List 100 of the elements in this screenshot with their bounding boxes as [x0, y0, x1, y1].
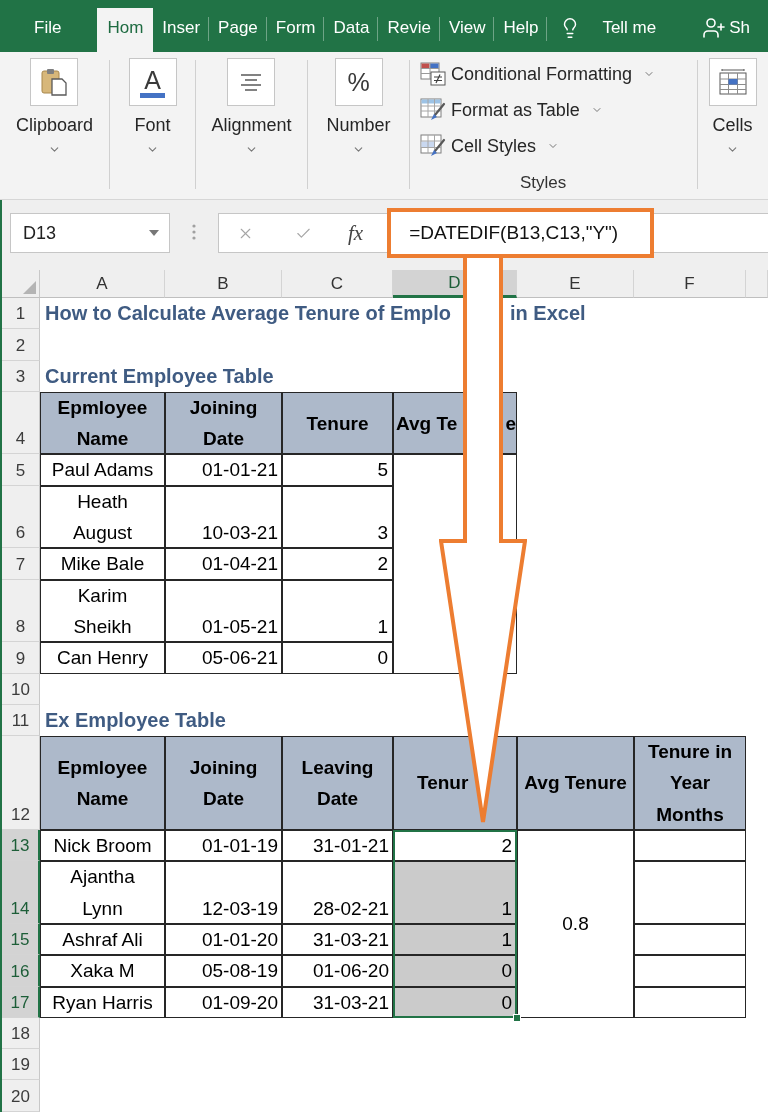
row-header[interactable]: 6 — [2, 485, 40, 549]
table-grid-icon — [708, 58, 757, 106]
tenure-cell: 3 — [282, 485, 393, 549]
tenure-cell: 1 — [393, 923, 517, 956]
ribbon-tab[interactable]: Inser — [153, 8, 210, 52]
row-header[interactable]: 11 — [2, 704, 40, 737]
tenure-cell: 0 — [393, 955, 517, 987]
name-box[interactable]: D13 — [10, 213, 170, 253]
insert-function-button[interactable]: fx — [348, 220, 364, 246]
title-text: How to Calculate Average Tenure of Emplo — [45, 301, 451, 326]
row-header[interactable]: 13 — [2, 830, 40, 862]
table-caption: Ex Employee Table — [45, 707, 226, 733]
header-text: Avg Te — [396, 411, 458, 436]
row-header[interactable]: 18 — [2, 1017, 40, 1050]
row-header[interactable]: 19 — [2, 1049, 40, 1081]
date-cell: 31-03-21 — [282, 923, 393, 956]
ribbon-tab[interactable]: Revie — [378, 8, 440, 52]
date-cell: 12-03-19 — [165, 861, 282, 924]
row-header[interactable]: 17 — [2, 986, 40, 1018]
share-button[interactable]: Sh — [702, 8, 751, 52]
ribbon-menu-button[interactable]: Format as Table — [420, 92, 603, 128]
fill-handle[interactable] — [513, 1013, 521, 1022]
header-cell: Joining Date — [165, 391, 282, 455]
name-cell: Ajantha Lynn — [40, 861, 165, 924]
cell-brush-icon — [420, 134, 446, 158]
ribbon-button[interactable]: Clipboard — [15, 58, 93, 156]
ribbon-menu-button[interactable]: Cell Styles — [420, 128, 560, 164]
tell-me-button[interactable]: Tell me — [559, 8, 657, 52]
header-cell: Leaving Date — [282, 736, 393, 831]
date-cell: 31-01-21 — [282, 830, 393, 862]
title-text: in Excel — [510, 301, 586, 326]
row-header[interactable]: 8 — [2, 579, 40, 643]
column-header[interactable] — [746, 270, 768, 298]
header-cell: Epmloyee Name — [40, 391, 165, 455]
name-cell: Nick Broom — [40, 830, 165, 862]
tenure-cell: 1 — [393, 861, 517, 924]
align-center-icon — [227, 58, 276, 106]
header-cell: Tenure in Year Months — [634, 736, 746, 831]
average-cell: 0.8 — [517, 830, 634, 1018]
group-label: Styles — [520, 172, 567, 194]
name-cell: Can Henry — [40, 642, 165, 674]
ribbon-tab[interactable]: Page — [209, 8, 267, 52]
corner-triangle-icon — [23, 281, 36, 294]
row-header[interactable]: 2 — [2, 329, 40, 361]
ribbon-tab[interactable]: View — [439, 8, 495, 52]
select-all-button[interactable] — [2, 270, 40, 298]
date-cell: 01-01-19 — [165, 830, 282, 862]
row-header[interactable]: 20 — [2, 1080, 40, 1112]
tenure-cell: 2 — [393, 830, 517, 862]
ribbon-button[interactable]: Alignment — [211, 58, 292, 156]
header-cell: Avg Tenure — [517, 736, 634, 831]
date-cell: 28-02-21 — [282, 861, 393, 924]
row-header[interactable]: 12 — [2, 736, 40, 831]
row-header[interactable]: 10 — [2, 673, 40, 705]
row-header[interactable]: 7 — [2, 548, 40, 580]
name-cell: Ashraf Ali — [40, 923, 165, 956]
tenure-cell: 2 — [282, 548, 393, 580]
column-header[interactable]: E — [517, 270, 634, 298]
ribbon-tab[interactable]: File — [20, 8, 76, 52]
row-header[interactable]: 3 — [2, 360, 40, 392]
table-caption: Current Employee Table — [45, 363, 274, 389]
date-cell: 01-04-21 — [165, 548, 282, 580]
name-cell: Ryan Harris — [40, 986, 165, 1018]
tenure-cell: 1 — [282, 579, 393, 643]
row-header[interactable]: 9 — [2, 642, 40, 674]
ribbon-menu-button[interactable]: Conditional Formatting — [420, 56, 656, 92]
name-cell: Karim Sheikh — [40, 579, 165, 643]
ribbon-tab[interactable]: Help — [494, 8, 548, 52]
column-header[interactable]: B — [165, 270, 282, 298]
row-header[interactable]: 16 — [2, 955, 40, 987]
ribbon-tab[interactable]: Data — [324, 8, 379, 52]
ribbon-button[interactable]: A Font — [128, 58, 177, 156]
date-cell: 05-06-21 — [165, 642, 282, 674]
date-cell: 10-03-21 — [165, 485, 282, 549]
header-text: e — [505, 411, 516, 436]
row-header[interactable]: 14 — [2, 861, 40, 924]
ribbon-tab[interactable]: Form — [266, 8, 325, 52]
column-header[interactable]: C — [282, 270, 393, 298]
column-header[interactable]: F — [634, 270, 746, 298]
tenure-cell: 5 — [282, 454, 393, 486]
column-header[interactable]: A — [40, 270, 165, 298]
table-brush-icon — [420, 98, 446, 122]
glyph-tile: % — [334, 58, 383, 106]
header-cell: Joining Date — [165, 736, 282, 831]
ribbon-button[interactable]: % Number — [326, 58, 391, 156]
date-cell: 31-03-21 — [282, 986, 393, 1018]
row-header[interactable]: 15 — [2, 923, 40, 956]
name-cell: Paul Adams — [40, 454, 165, 486]
header-cell: Epmloyee Name — [40, 736, 165, 831]
row-header[interactable]: 1 — [2, 298, 40, 330]
ribbon-tab[interactable]: Hom — [97, 8, 154, 52]
user-plus-icon — [702, 16, 727, 40]
name-cell: Heath August — [40, 485, 165, 549]
ribbon-button[interactable]: Cells — [708, 58, 757, 156]
colored-table-icon — [420, 62, 446, 86]
tenure-cell: 0 — [393, 986, 517, 1018]
formula-input[interactable]: =DATEDIF(B13,C13,"Y") — [387, 208, 655, 258]
date-cell: 01-06-20 — [282, 955, 393, 987]
row-header[interactable]: 4 — [2, 391, 40, 455]
row-header[interactable]: 5 — [2, 454, 40, 486]
